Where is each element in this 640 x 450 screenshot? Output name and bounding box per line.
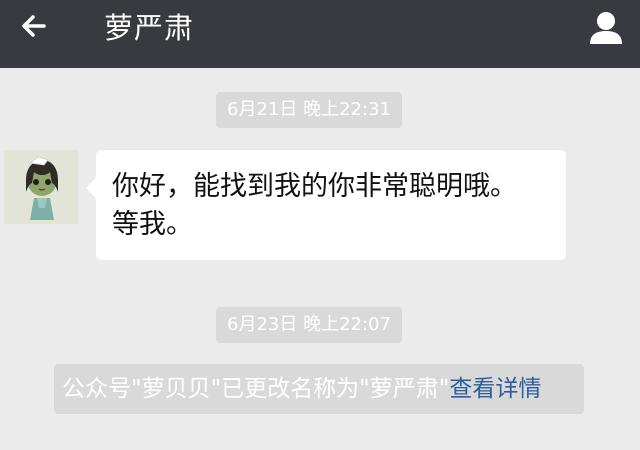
message-text-line: 你好，能找到我的你非常聪明哦。 (112, 171, 517, 202)
view-details-link[interactable]: 查看详情 (449, 376, 541, 402)
top-bar: 萝严肃 (0, 0, 640, 68)
avatar[interactable] (4, 150, 78, 224)
person-icon (590, 12, 622, 44)
message-bubble[interactable]: 你好，能找到我的你非常聪明哦。 等我。 (86, 150, 566, 260)
back-arrow-icon (22, 15, 46, 37)
avatar-girl-icon (4, 150, 78, 224)
notice-text: 公众号"萝贝贝"已更改名称为"萝严肃" (62, 376, 450, 402)
chat-title: 萝严肃 (104, 11, 195, 45)
system-notice: 公众号"萝贝贝"已更改名称为"萝严肃"查看详情 (54, 364, 584, 414)
timestamp: 6月23日 晚上22:07 (216, 307, 402, 343)
timestamp: 6月21日 晚上22:31 (216, 92, 402, 128)
profile-button[interactable] (584, 6, 628, 50)
back-button[interactable] (14, 8, 58, 52)
message-text-line: 等我。 (112, 209, 193, 240)
